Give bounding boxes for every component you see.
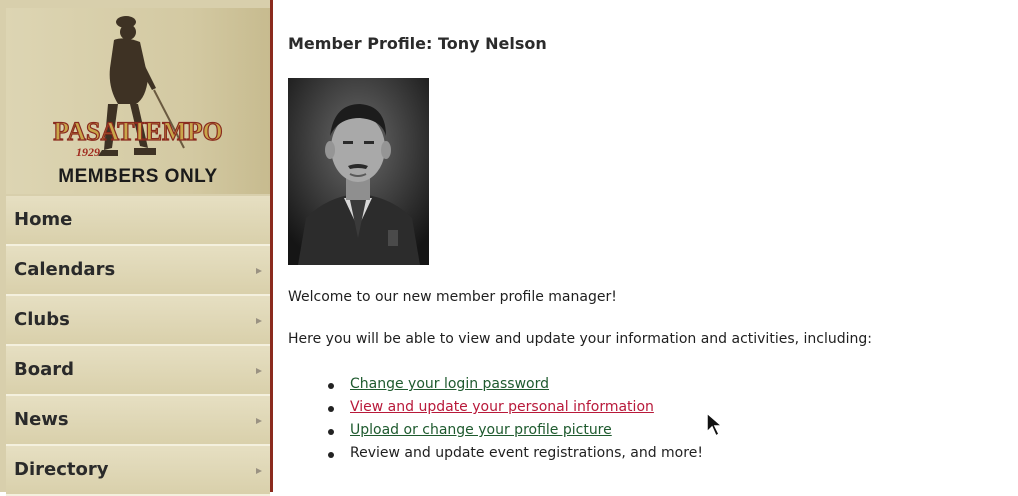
nav-item-label: Clubs	[14, 309, 70, 330]
welcome-text: Welcome to our new member profile manage…	[288, 289, 617, 305]
sidebar: PASATIEMPO 1929 MEMBERS ONLY Home Calend…	[0, 0, 273, 496]
submenu-arrow-icon	[256, 418, 262, 424]
brand-text: PASATIEMPO	[53, 117, 222, 146]
nav-item-clubs[interactable]: Clubs	[6, 296, 270, 346]
submenu-arrow-icon	[256, 368, 262, 374]
bullet-icon	[328, 406, 334, 412]
members-only-label: MEMBERS ONLY	[58, 166, 218, 187]
list-item: Change your login password	[326, 376, 703, 399]
submenu-arrow-icon	[256, 468, 262, 474]
brand-year: 1929	[76, 145, 100, 159]
profile-picture-link[interactable]: Upload or change your profile picture	[350, 422, 612, 438]
nav-item-board[interactable]: Board	[6, 346, 270, 396]
list-item: Review and update event registrations, a…	[326, 445, 703, 468]
nav-item-news[interactable]: News	[6, 396, 270, 446]
page-title: Member Profile: Tony Nelson	[288, 34, 547, 53]
profile-picture	[288, 78, 429, 265]
mouse-pointer-icon	[706, 412, 724, 438]
personal-information-link[interactable]: View and update your personal informatio…	[350, 399, 654, 415]
nav-item-label: News	[14, 409, 69, 430]
event-registrations-text: Review and update event registrations, a…	[350, 445, 703, 461]
list-item: View and update your personal informatio…	[326, 399, 703, 422]
profile-actions-list: Change your login password View and upda…	[326, 376, 703, 468]
submenu-arrow-icon	[256, 318, 262, 324]
nav-item-directory[interactable]: Directory	[6, 446, 270, 496]
bullet-icon	[328, 452, 334, 458]
nav-item-label: Home	[14, 209, 73, 230]
bullet-icon	[328, 429, 334, 435]
change-password-link[interactable]: Change your login password	[350, 376, 549, 392]
intro-text: Here you will be able to view and update…	[288, 331, 872, 347]
main-content: Member Profile: Tony Nelson Welcome to o…	[288, 0, 1018, 492]
submenu-arrow-icon	[256, 268, 262, 274]
nav-item-label: Calendars	[14, 259, 116, 280]
club-logo[interactable]: PASATIEMPO 1929 MEMBERS ONLY	[6, 8, 270, 194]
nav-item-calendars[interactable]: Calendars	[6, 246, 270, 296]
nav-item-label: Directory	[14, 459, 109, 480]
bullet-icon	[328, 383, 334, 389]
nav-item-label: Board	[14, 359, 74, 380]
nav-item-home[interactable]: Home	[6, 196, 270, 246]
list-item: Upload or change your profile picture	[326, 422, 703, 445]
main-nav: Home Calendars Clubs Board News Director…	[6, 196, 270, 496]
